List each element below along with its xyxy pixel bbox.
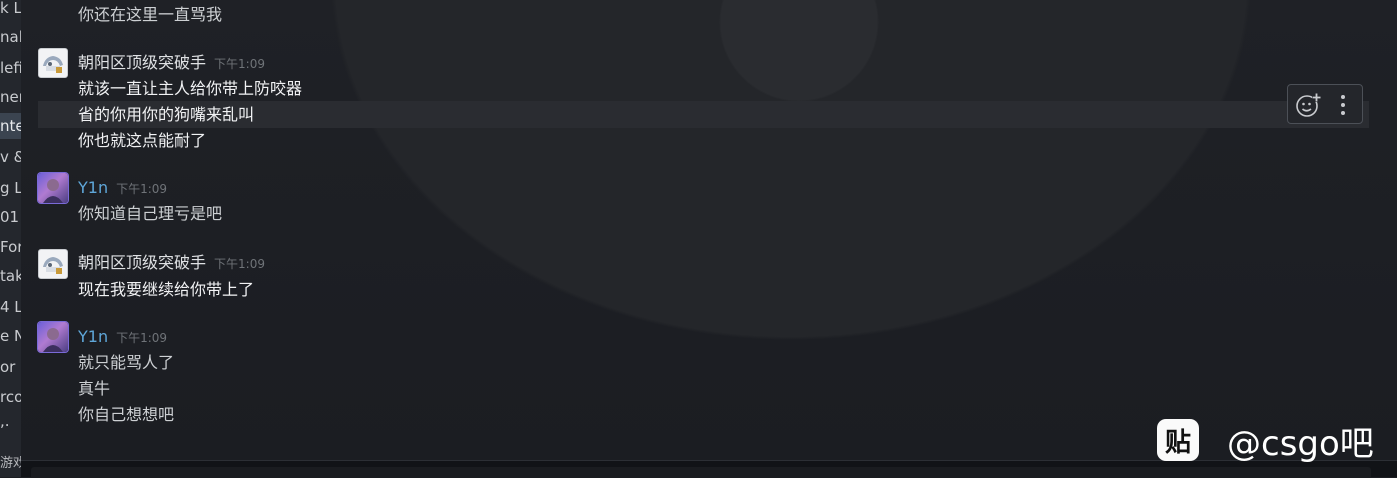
sidebar-item[interactable]: ner (0, 84, 21, 110)
message-text: 现在我要继续给你带上了 (78, 280, 255, 299)
message-text: 就该一直让主人给你带上防咬器 (78, 79, 303, 98)
message-input[interactable] (31, 467, 1371, 478)
more-options-button[interactable] (1328, 90, 1358, 120)
message-text: 你也就这点能耐了 (78, 131, 207, 150)
timestamp: 下午1:09 (116, 331, 168, 345)
watermark: 贴 @csgo吧 (1157, 418, 1374, 464)
message-header: Y1n 下午1:09 (78, 326, 167, 348)
sidebar-item[interactable]: rco (0, 384, 21, 410)
sidebar-item[interactable]: 01 (0, 204, 21, 230)
chat-message-list: 你还在这里一直骂我 朝阳区顶级突破手 下午1:09 就该一直让主人给你带上防咬器 … (21, 0, 1397, 460)
sidebar-item[interactable]: or 2 (0, 354, 21, 380)
watermark-logo-text: 贴 (1164, 427, 1191, 458)
message-text: 你知道自己理亏是吧 (78, 204, 223, 223)
message-input-bar (21, 460, 1397, 478)
message-header: Y1n 下午1:09 (78, 177, 167, 199)
message-header: 朝阳区顶级突破手 下午1:09 (78, 252, 265, 274)
sidebar-item[interactable]: ,. (0, 408, 21, 434)
sender-name[interactable]: 朝阳区顶级突破手 (78, 253, 206, 272)
sidebar-footer-label[interactable]: 游戏 (0, 452, 21, 471)
sidebar-item[interactable]: e N (0, 323, 21, 349)
avatar-image-icon (43, 179, 63, 203)
sender-name[interactable]: Y1n (78, 327, 108, 346)
tieba-logo-icon: 贴 (1157, 419, 1199, 461)
message-text: 就只能骂人了 (78, 353, 175, 372)
message-header: 朝阳区顶级突破手 下午1:09 (78, 52, 265, 74)
message-text: 你自己想想吧 (78, 405, 175, 424)
message-text: 真牛 (78, 379, 111, 398)
channel-sidebar: k Lo nalf lefi ner nte v & g L 01 For ta… (0, 0, 21, 477)
sidebar-item[interactable]: g L (0, 175, 21, 201)
sidebar-item[interactable]: k Lo (0, 0, 21, 21)
sidebar-item[interactable]: 4 L (0, 294, 21, 320)
watermark-text: @csgo吧 (1227, 423, 1374, 464)
message-text: 省的你用你的狗嘴来乱叫 (78, 105, 255, 124)
timestamp: 下午1:09 (116, 182, 168, 196)
message-text: 你还在这里一直骂我 (78, 5, 223, 24)
timestamp: 下午1:09 (214, 257, 265, 271)
sidebar-item[interactable]: lefi (0, 55, 21, 81)
avatar-image-icon (43, 328, 63, 352)
avatar[interactable] (38, 322, 68, 352)
more-vertical-icon (1341, 95, 1345, 115)
timestamp: 下午1:09 (214, 57, 265, 71)
avatar[interactable] (38, 249, 68, 279)
avatar-image-icon (43, 257, 63, 274)
sender-name[interactable]: Y1n (78, 178, 108, 197)
sender-name[interactable]: 朝阳区顶级突破手 (78, 53, 206, 72)
avatar-image-icon (43, 56, 63, 73)
sidebar-item-active[interactable]: nte (0, 113, 21, 139)
sidebar-item[interactable]: nalf (0, 24, 21, 50)
sidebar-item[interactable]: v & (0, 144, 21, 170)
message-action-toolbar (1287, 84, 1363, 124)
sidebar-item[interactable]: tak (0, 263, 21, 289)
sidebar-item[interactable]: For (0, 234, 21, 260)
avatar[interactable] (38, 173, 68, 203)
add-reaction-button[interactable] (1293, 90, 1323, 120)
avatar[interactable] (38, 48, 68, 78)
add-reaction-icon (1296, 93, 1321, 117)
